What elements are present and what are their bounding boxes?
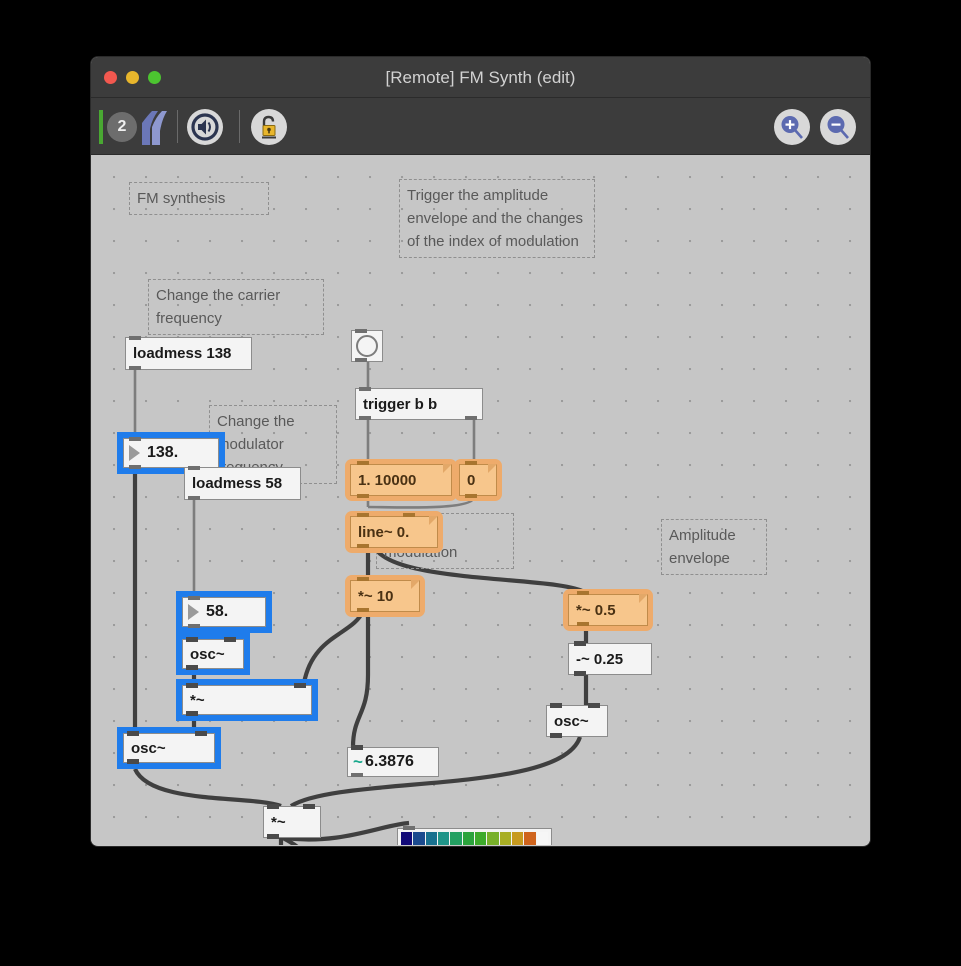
- comment-amplitude-envelope: Amplitude envelope: [661, 519, 767, 575]
- level-meter-segment: [425, 832, 437, 845]
- osc-carrier-inlet-right[interactable]: [195, 731, 207, 736]
- level-meter-segment: [524, 832, 536, 845]
- bang-inlet[interactable]: [355, 329, 367, 333]
- zero-message-inlet[interactable]: [465, 461, 477, 465]
- unlock-icon[interactable]: [251, 109, 287, 145]
- toolbar-separator-2: [239, 110, 240, 143]
- line-inlet-left[interactable]: [357, 513, 369, 517]
- level-meter[interactable]: [397, 828, 552, 845]
- title-bar: [Remote] FM Synth (edit): [91, 57, 870, 98]
- object-loadmess-138[interactable]: loadmess 138: [125, 337, 252, 370]
- osc-modulator-outlet[interactable]: [186, 665, 198, 670]
- number-box-carrier-frequency[interactable]: 138.: [123, 438, 219, 468]
- mul05-outlet[interactable]: [577, 622, 589, 626]
- number-box-modulator-frequency[interactable]: 58.: [182, 597, 266, 627]
- sub025-outlet[interactable]: [574, 671, 586, 676]
- index-number-inlet[interactable]: [351, 745, 363, 750]
- edit-mode-indicator: [99, 110, 103, 144]
- index-number-outlet[interactable]: [351, 773, 363, 777]
- bang-circle-icon: [356, 335, 378, 357]
- trigger-inlet[interactable]: [359, 387, 371, 391]
- comment-trigger-envelope: Trigger the amplitude envelope and the c…: [399, 179, 595, 258]
- level-meter-segment: [536, 832, 548, 845]
- loadmess-138-outlet[interactable]: [129, 366, 141, 370]
- mul-output-inlet-left[interactable]: [267, 804, 279, 809]
- zero-message-outlet[interactable]: [465, 494, 477, 498]
- patch-canvas[interactable]: FM synthesis Change the carrier frequenc…: [91, 155, 870, 845]
- edit-mode-icon[interactable]: [138, 109, 170, 145]
- patcher-window: [Remote] FM Synth (edit) 2 FM synthesis …: [91, 57, 870, 846]
- level-meter-segment: [437, 832, 450, 845]
- mul-modulator-inlet-left[interactable]: [186, 683, 198, 688]
- number-box-carrier-value: 138.: [147, 444, 179, 461]
- osc-modulator-inlet-right[interactable]: [224, 637, 236, 642]
- number-box-modulator-value: 58.: [206, 603, 229, 620]
- comment-change-carrier: Change the carrier frequency: [148, 279, 324, 335]
- carrier-number-outlet[interactable]: [129, 465, 141, 469]
- level-meter-segment: [499, 832, 511, 845]
- level-meter-segment: [474, 832, 487, 845]
- modulator-number-inlet[interactable]: [188, 596, 200, 600]
- mul-modulator-inlet-right[interactable]: [294, 683, 306, 688]
- speaker-icon[interactable]: [187, 109, 223, 145]
- object-mul-modulator[interactable]: *~: [182, 685, 312, 715]
- zoom-in-icon[interactable]: [774, 109, 810, 145]
- signal-tilde-icon: ~: [353, 752, 363, 771]
- loadmess-58-outlet[interactable]: [188, 496, 200, 500]
- object-trigger[interactable]: trigger b b: [355, 388, 483, 420]
- toolbar-separator-1: [177, 110, 178, 143]
- osc-carrier-inlet-left[interactable]: [127, 731, 139, 736]
- level-meter-inlet[interactable]: [403, 826, 415, 830]
- edit-count-badge: 2: [107, 112, 137, 142]
- carrier-number-inlet[interactable]: [129, 437, 141, 441]
- ramp-message-inlet[interactable]: [357, 461, 369, 465]
- level-meter-segment: [450, 832, 462, 845]
- mul-output-outlet[interactable]: [267, 834, 279, 839]
- window-title: [Remote] FM Synth (edit): [385, 68, 576, 87]
- loadmess-138-inlet[interactable]: [129, 336, 141, 340]
- number-box-index-value: 6.3876: [364, 753, 414, 770]
- trigger-outlet-right[interactable]: [465, 416, 477, 420]
- mul-modulator-outlet[interactable]: [186, 711, 198, 716]
- mul05-inlet-left[interactable]: [577, 591, 589, 595]
- object-loadmess-58[interactable]: loadmess 58: [184, 467, 301, 500]
- level-meter-segment: [511, 832, 524, 845]
- osc-amplitude-outlet[interactable]: [550, 733, 562, 738]
- osc-amplitude-inlet-left[interactable]: [550, 703, 562, 708]
- number-box-arrow-icon: [129, 445, 140, 461]
- comment-fm-synthesis: FM synthesis: [129, 182, 269, 215]
- toolbar: 2: [91, 98, 870, 155]
- trigger-outlet-left[interactable]: [359, 416, 371, 420]
- level-meter-segment: [413, 832, 425, 845]
- level-meter-segment: [487, 832, 499, 845]
- ramp-message-outlet[interactable]: [357, 494, 369, 498]
- mul-output-inlet-right[interactable]: [303, 804, 315, 809]
- message-ramp[interactable]: 1. 10000: [350, 464, 452, 496]
- message-zero[interactable]: 0: [459, 464, 497, 496]
- mul10-inlet-left[interactable]: [357, 577, 369, 581]
- osc-modulator-inlet-left[interactable]: [186, 637, 198, 642]
- number-box-arrow-icon: [188, 604, 199, 620]
- level-meter-segment: [401, 832, 413, 845]
- osc-amplitude-inlet-right[interactable]: [588, 703, 600, 708]
- osc-carrier-outlet[interactable]: [127, 759, 139, 764]
- sub025-inlet[interactable]: [574, 641, 586, 646]
- line-outlet[interactable]: [357, 544, 369, 548]
- zoom-out-icon[interactable]: [820, 109, 856, 145]
- level-meter-segment: [462, 832, 474, 845]
- bang-outlet[interactable]: [355, 358, 367, 362]
- line-inlet-right[interactable]: [403, 513, 415, 517]
- modulator-number-outlet[interactable]: [188, 624, 200, 628]
- loadmess-58-inlet[interactable]: [188, 466, 200, 470]
- mul10-outlet[interactable]: [357, 608, 369, 612]
